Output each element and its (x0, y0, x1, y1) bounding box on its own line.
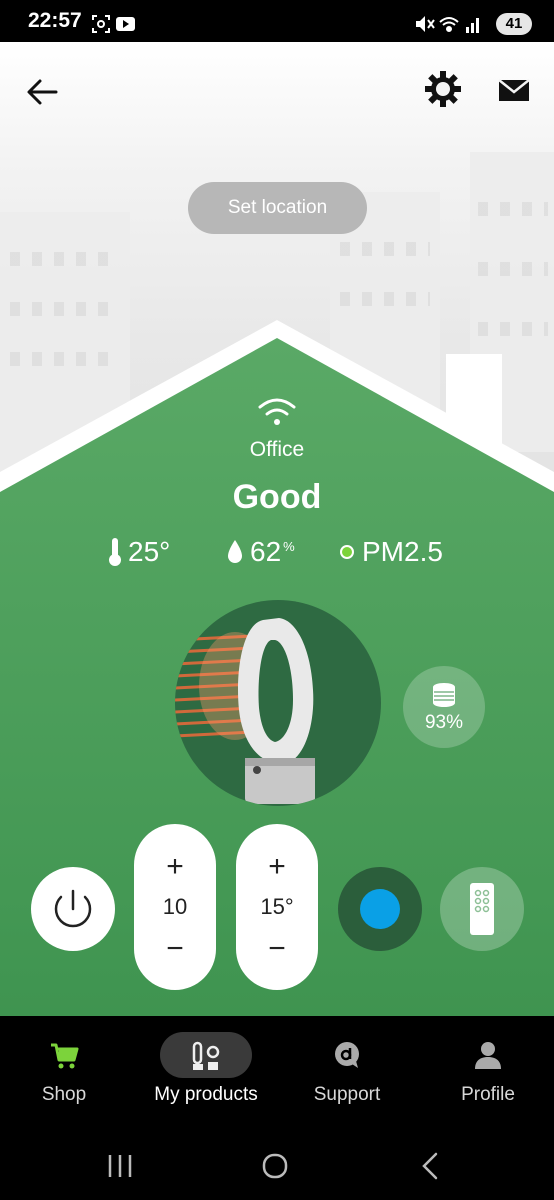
heater-fan-illustration (175, 618, 315, 804)
fan-speed-value: 10 (162, 894, 188, 919)
status-left-icons (92, 14, 136, 39)
products-icon (192, 1041, 220, 1070)
fan-speed-increase-button[interactable]: + (134, 852, 216, 882)
building-windows (10, 252, 120, 266)
filter-icon (433, 683, 455, 707)
wifi-icon (439, 17, 459, 32)
room-name: Office (249, 438, 305, 461)
fan-speed-decrease-button[interactable]: − (134, 934, 216, 964)
nav-label-profile: Profile (461, 1084, 515, 1105)
signal-icon (466, 18, 479, 33)
building-windows (340, 242, 430, 256)
messages-button[interactable] (496, 72, 532, 108)
product-image[interactable] (175, 600, 381, 806)
envelope-icon (498, 79, 530, 101)
settings-button[interactable] (422, 68, 464, 110)
pollutant-name: PM2.5 (362, 536, 443, 567)
thermometer-icon (109, 538, 121, 566)
status-time: 22:57 (28, 9, 82, 32)
nav-item-support[interactable]: Support (296, 1016, 398, 1132)
mode-button[interactable] (338, 867, 422, 951)
heat-target-decrease-button[interactable]: − (236, 934, 318, 964)
power-icon (54, 889, 92, 928)
arrow-left-icon (27, 79, 58, 105)
temperature-value: 25° (128, 536, 171, 567)
connection-wifi-icon (258, 398, 296, 425)
heat-target-increase-button[interactable]: + (236, 852, 318, 882)
nav-item-profile[interactable]: Profile (438, 1016, 538, 1132)
water-drop-icon (228, 540, 242, 563)
system-nav-bar (0, 1132, 554, 1200)
status-right-icons (414, 13, 484, 40)
remote-button[interactable] (440, 867, 524, 951)
air-quality-status: Good (232, 478, 322, 516)
nav-label-support: Support (313, 1084, 381, 1105)
battery-badge: 41 (496, 13, 532, 35)
environment-stats: 25° 62% PM2.5 (0, 536, 554, 576)
home-icon[interactable] (260, 1150, 292, 1182)
back-button[interactable] (22, 72, 62, 112)
building-windows (478, 202, 548, 216)
building-windows (340, 292, 430, 306)
person-icon (475, 1042, 501, 1069)
nav-item-my-products[interactable]: My products (140, 1016, 272, 1132)
status-dot-icon (340, 545, 354, 559)
youtube-icon (116, 17, 135, 31)
mode-indicator-dot (360, 889, 400, 929)
fan-speed-control: + 10 − (134, 824, 216, 990)
humidity-stat: 62% (226, 536, 295, 568)
pollutant-stat: PM2.5 (338, 536, 443, 568)
power-button[interactable] (31, 867, 115, 951)
remote-icon (470, 883, 494, 935)
filter-life-value: 93% (424, 712, 464, 733)
back-nav-icon[interactable] (418, 1150, 442, 1182)
building-windows (478, 262, 548, 276)
heat-target-control: + 15° − (236, 824, 318, 990)
filter-life-badge[interactable]: 93% (403, 666, 485, 748)
nav-label-shop: Shop (41, 1084, 87, 1105)
temperature-stat: 25° (108, 536, 170, 568)
mute-icon (416, 16, 435, 32)
heat-target-value: 15° (260, 894, 294, 919)
status-bar: 22:57 41 (0, 0, 554, 42)
support-icon (335, 1042, 359, 1068)
humidity-value: 62 (250, 536, 282, 567)
cart-icon (51, 1043, 79, 1069)
bottom-nav: Shop My products Support Profile (0, 1016, 554, 1132)
set-location-button[interactable]: Set location (188, 182, 367, 234)
nav-label-my-products: My products (154, 1084, 258, 1105)
gear-icon (425, 71, 461, 107)
app-surface: Set location Office Good 25° 62 % PM2.5 … (0, 42, 554, 1016)
nav-item-shop[interactable]: Shop (14, 1016, 114, 1132)
recent-apps-icon[interactable] (105, 1152, 135, 1180)
humidity-unit: % (283, 538, 295, 554)
screenshot-icon (92, 15, 110, 33)
